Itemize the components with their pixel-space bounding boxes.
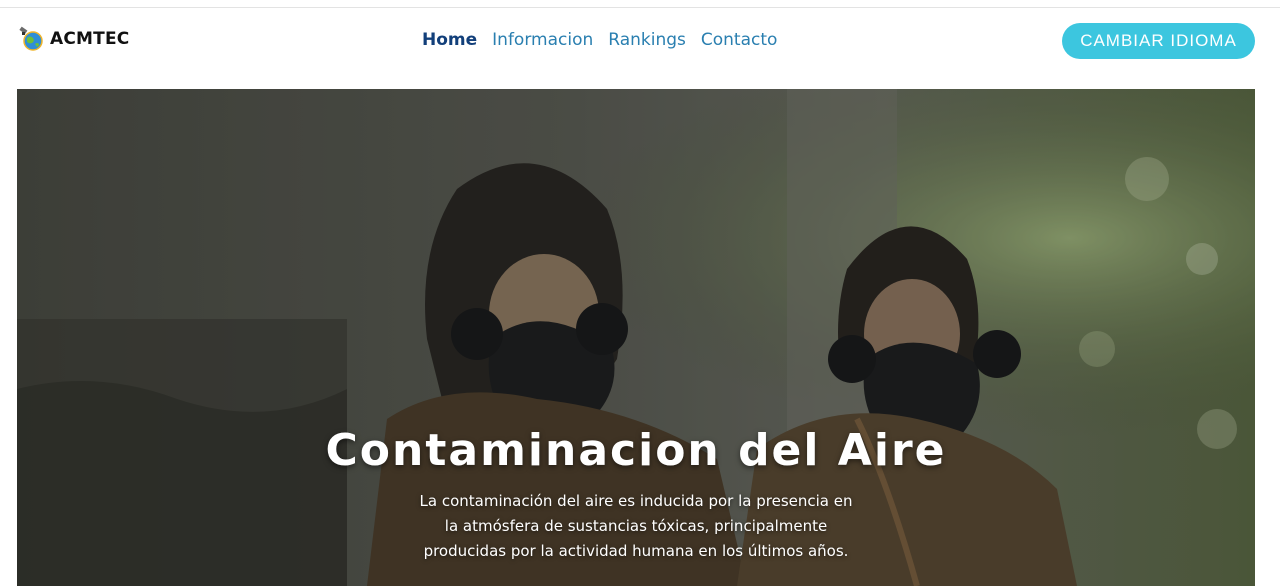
main-nav: Home Informacion Rankings Contacto bbox=[422, 30, 777, 50]
nav-link-rankings[interactable]: Rankings bbox=[608, 30, 686, 50]
satellite-globe-icon bbox=[19, 26, 43, 51]
brand[interactable]: ACMTEC bbox=[18, 26, 129, 52]
navbar: ACMTEC Home Informacion Rankings Contact… bbox=[0, 8, 1280, 80]
nav-link-home[interactable]: Home bbox=[422, 30, 477, 50]
nav-link-contacto[interactable]: Contacto bbox=[701, 30, 778, 50]
nav-link-informacion[interactable]: Informacion bbox=[492, 30, 593, 50]
hero-banner: Contaminacion del Aire La contaminación … bbox=[17, 89, 1255, 586]
hero-description: La contaminación del aire es inducida po… bbox=[419, 492, 853, 560]
change-language-button[interactable]: CAMBIAR IDIOMA bbox=[1062, 23, 1255, 59]
brand-name: ACMTEC bbox=[50, 29, 130, 49]
hero-title: Contaminacion del Aire bbox=[325, 425, 947, 476]
top-divider bbox=[0, 0, 1280, 8]
